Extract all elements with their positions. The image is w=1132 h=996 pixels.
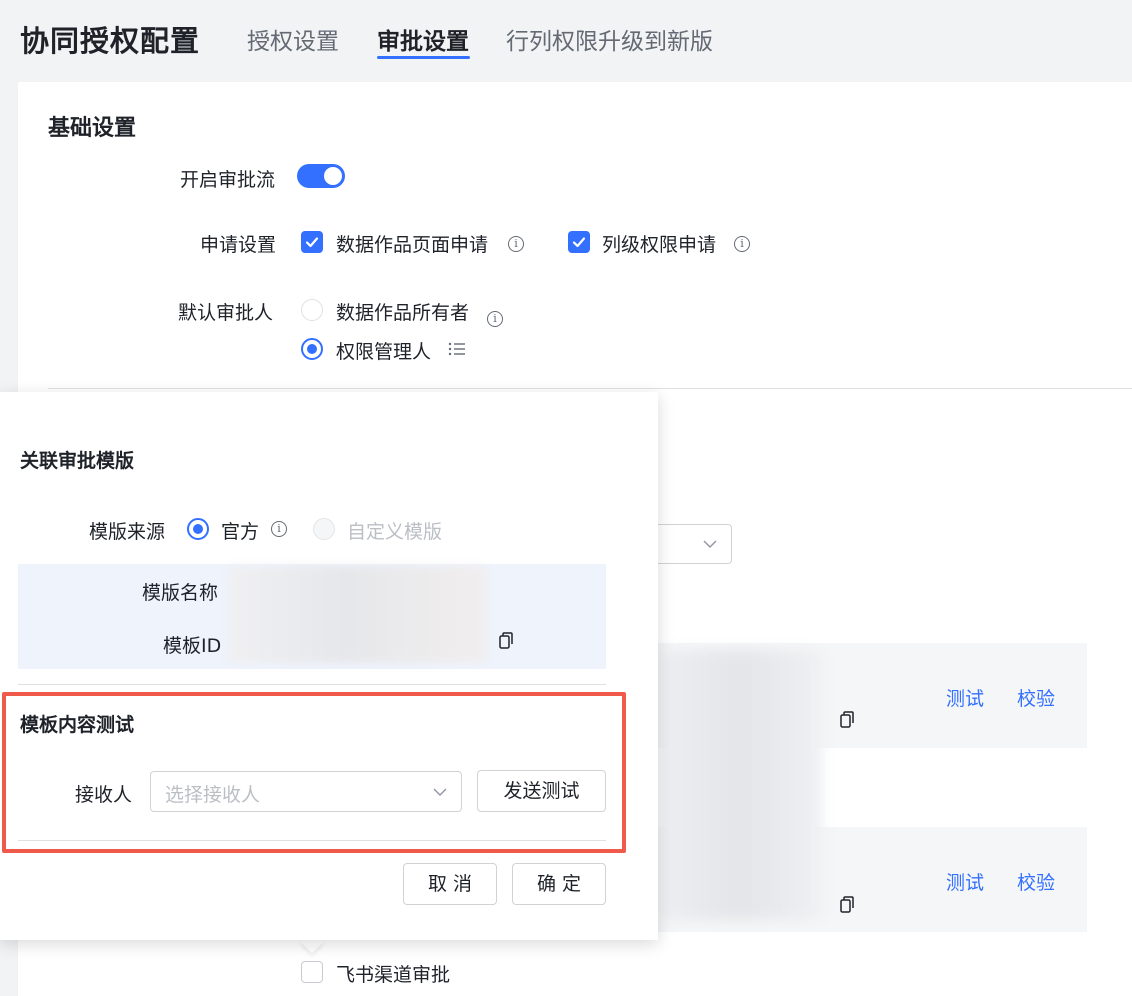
copy-icon[interactable]	[840, 896, 854, 913]
column-apply-label: 列级权限申请	[602, 234, 717, 256]
approver-owner-radio[interactable]	[301, 299, 323, 321]
toggle-knob	[324, 167, 342, 185]
cancel-button[interactable]: 取 消	[403, 863, 497, 905]
template-name-label: 模版名称	[142, 582, 219, 604]
page-apply-checkbox[interactable]	[301, 231, 323, 253]
check-icon	[305, 237, 319, 248]
approval-flow-label: 开启审批流	[180, 169, 276, 191]
tab-auth-settings[interactable]: 授权设置	[247, 22, 339, 56]
copy-icon[interactable]	[499, 632, 513, 649]
template-source-label: 模版来源	[89, 521, 166, 543]
apply-settings-label: 申请设置	[200, 234, 277, 256]
default-approver-label: 默认审批人	[178, 302, 274, 324]
page-apply-label: 数据作品页面申请	[336, 234, 489, 256]
copy-icon[interactable]	[840, 711, 854, 728]
chevron-down-icon	[703, 540, 717, 548]
page-header: 协同授权配置 授权设置 审批设置 行列权限升级到新版	[0, 0, 1132, 80]
tab-approval-settings[interactable]: 审批设置	[377, 22, 469, 56]
popup-title: 关联审批模版	[20, 450, 135, 472]
feishu-approval-label: 飞书渠道审批	[336, 964, 451, 986]
test-link[interactable]: 测试	[946, 868, 984, 895]
info-icon[interactable]: i	[508, 236, 524, 252]
redacted-template-info	[228, 566, 486, 663]
check-icon	[572, 237, 586, 248]
section-divider	[48, 388, 1132, 389]
background-select[interactable]	[650, 524, 732, 564]
info-icon[interactable]: i	[734, 236, 750, 252]
column-apply-checkbox[interactable]	[568, 231, 590, 253]
blurred-content	[660, 650, 822, 920]
approver-manager-label: 权限管理人	[336, 341, 432, 363]
source-official-radio[interactable]	[187, 518, 209, 540]
test-link[interactable]: 测试	[946, 684, 984, 711]
source-official-label: 官方	[221, 521, 260, 543]
tab-row-column-upgrade[interactable]: 行列权限升级到新版	[506, 22, 713, 56]
verify-link[interactable]: 校验	[1017, 684, 1055, 711]
info-icon[interactable]: i	[271, 521, 287, 537]
confirm-button[interactable]: 确 定	[512, 863, 606, 905]
source-custom-label: 自定义模版	[347, 521, 443, 543]
approval-flow-toggle[interactable]	[297, 164, 345, 188]
feishu-approval-checkbox[interactable]	[301, 961, 323, 983]
page-title: 协同授权配置	[20, 24, 201, 58]
verify-link[interactable]: 校验	[1017, 868, 1055, 895]
source-custom-radio[interactable]	[313, 518, 335, 540]
active-tab-indicator	[377, 56, 470, 59]
highlight-annotation	[2, 692, 626, 853]
basic-settings-title: 基础设置	[48, 116, 137, 141]
approver-owner-label: 数据作品所有者	[336, 302, 470, 324]
template-id-label: 模板ID	[163, 635, 222, 657]
info-icon[interactable]: i	[487, 311, 503, 327]
list-icon[interactable]	[448, 341, 466, 357]
approver-manager-radio[interactable]	[301, 338, 323, 360]
popup-divider	[18, 684, 606, 685]
